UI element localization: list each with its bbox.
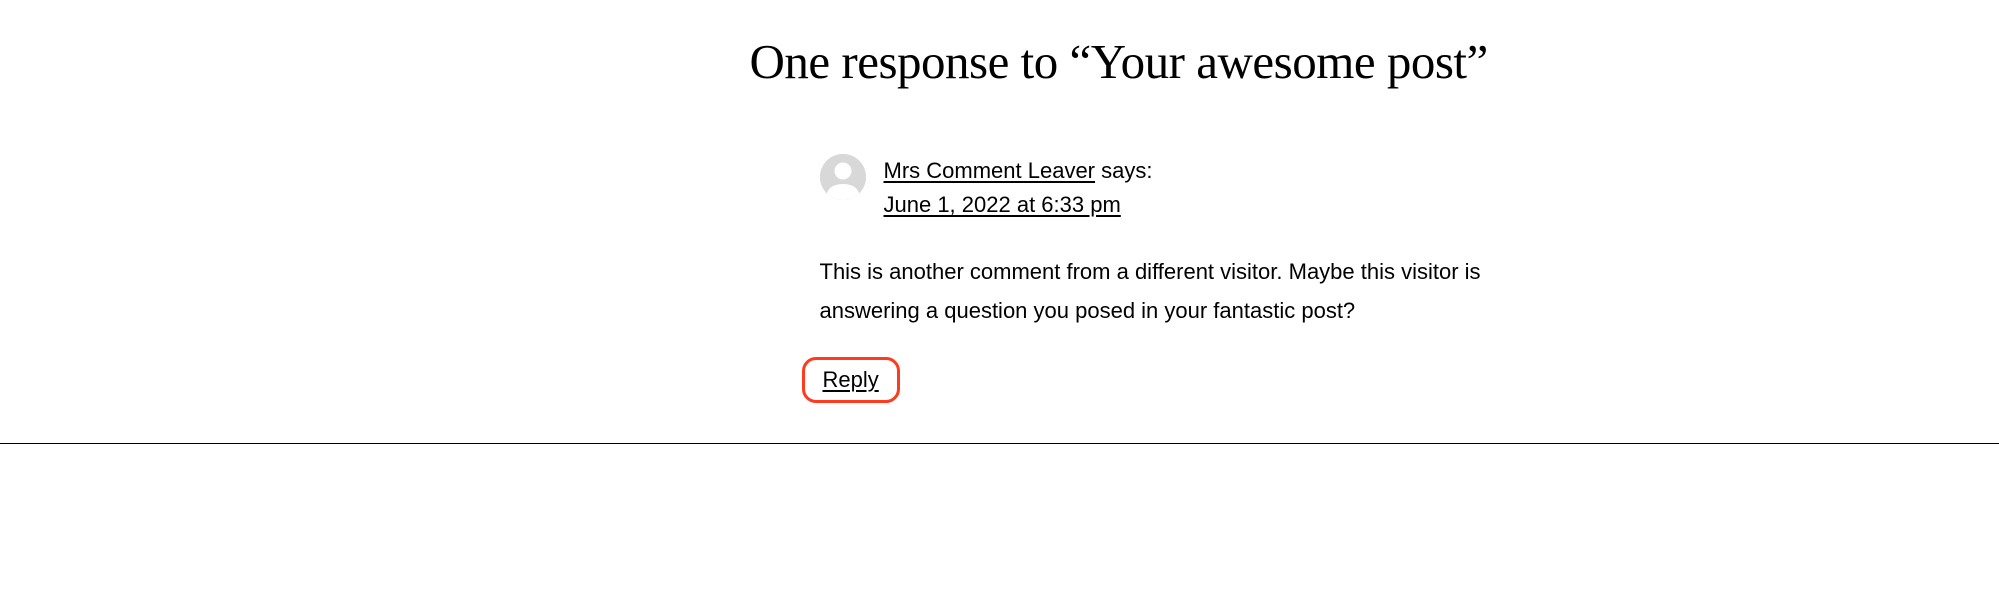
comment-item: Mrs Comment Leaver says: June 1, 2022 at… (750, 154, 1530, 403)
comment-header: Mrs Comment Leaver says: June 1, 2022 at… (820, 154, 1530, 222)
reply-wrap: Reply (802, 357, 1530, 403)
comment-body: This is another comment from a different… (820, 252, 1520, 331)
says-label: says: (1101, 158, 1152, 183)
divider (0, 443, 1999, 444)
avatar (820, 154, 866, 200)
comment-author-link[interactable]: Mrs Comment Leaver (884, 158, 1096, 183)
comment-author-line: Mrs Comment Leaver says: (884, 154, 1153, 188)
comment-date-link[interactable]: June 1, 2022 at 6:33 pm (884, 188, 1121, 222)
avatar-icon (820, 154, 866, 200)
comments-section: One response to “Your awesome post” Mrs … (470, 30, 1530, 403)
reply-button[interactable]: Reply (802, 357, 900, 403)
comment-meta: Mrs Comment Leaver says: June 1, 2022 at… (884, 154, 1153, 222)
comments-title: One response to “Your awesome post” (750, 30, 1530, 94)
